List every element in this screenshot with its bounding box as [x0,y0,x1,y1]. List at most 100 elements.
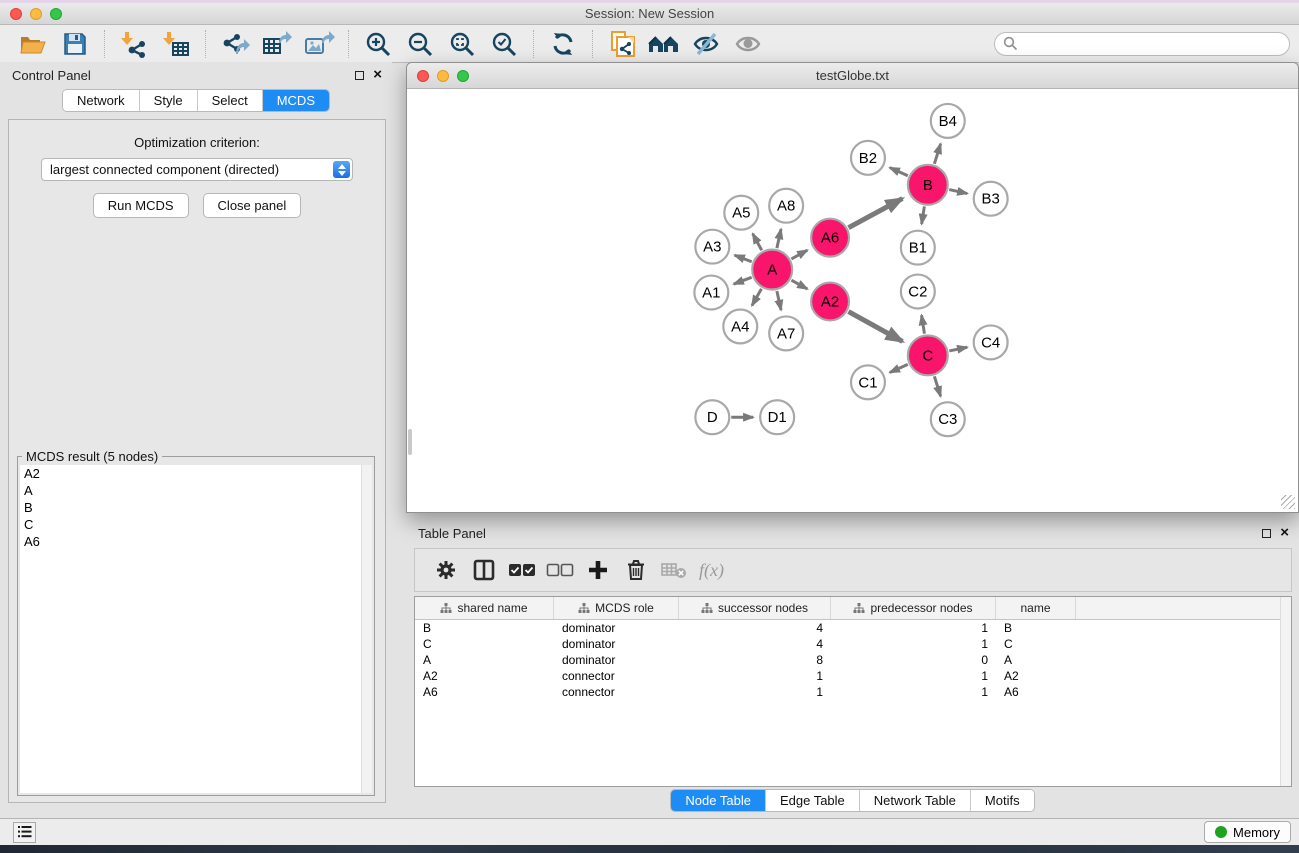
network-zoom-button[interactable] [457,70,469,82]
delete-column-button[interactable] [617,553,655,587]
graph-node-B3[interactable]: B3 [974,182,1008,216]
unselect-all-columns-button[interactable] [541,553,579,587]
graph-node-B1[interactable]: B1 [901,231,935,265]
tab-style[interactable]: Style [140,90,198,111]
mcds-result-item[interactable]: A [20,482,372,499]
tab-network-table[interactable]: Network Table [860,790,971,811]
graph-node-A3[interactable]: A3 [695,230,729,264]
export-network-button[interactable] [214,28,256,60]
tab-select[interactable]: Select [198,90,263,111]
graph-node-A2[interactable]: A2 [811,283,849,321]
network-window-titlebar[interactable]: testGlobe.txt [407,63,1298,89]
first-neighbors-button[interactable] [643,28,685,60]
network-close-button[interactable] [417,70,429,82]
graph-edge[interactable] [791,250,807,259]
table-row[interactable]: Adominator80A [415,652,1291,668]
table-row[interactable]: A2connector11A2 [415,668,1291,684]
run-mcds-button[interactable]: Run MCDS [93,193,189,218]
select-all-columns-button[interactable] [503,553,541,587]
minimize-window-button[interactable] [30,8,42,20]
graph-edge[interactable] [922,206,925,224]
show-all-button[interactable] [727,28,769,60]
table-row[interactable]: Bdominator41B [415,620,1291,636]
graph-node-C4[interactable]: C4 [974,325,1008,359]
graph-edge[interactable] [735,255,752,262]
zoom-selected-button[interactable] [483,28,525,60]
show-columns-button[interactable] [465,553,503,587]
new-network-from-selection-button[interactable] [601,28,643,60]
float-panel-icon[interactable] [355,71,364,80]
graph-edge[interactable] [777,291,781,310]
graph-edge[interactable] [752,289,761,306]
graph-node-A7[interactable]: A7 [769,316,803,350]
graph-edge[interactable] [734,277,752,284]
network-scrollbar-thumb[interactable] [408,429,412,455]
column-header-successor-nodes[interactable]: successor nodes [679,597,831,619]
create-column-button[interactable] [579,553,617,587]
function-builder-button[interactable]: f(x) [699,560,724,581]
graph-node-B4[interactable]: B4 [931,104,965,138]
mcds-result-item[interactable]: A6 [20,533,372,550]
table-row[interactable]: Cdominator41C [415,636,1291,652]
zoom-fit-button[interactable] [441,28,483,60]
graph-node-C2[interactable]: C2 [901,275,935,309]
open-file-button[interactable] [12,28,54,60]
graph-edge[interactable] [848,199,902,228]
graph-edge[interactable] [753,234,762,251]
graph-node-D1[interactable]: D1 [760,400,794,434]
table-row[interactable]: A6connector11A6 [415,684,1291,700]
delete-table-button[interactable] [655,553,693,587]
mcds-result-scrollbar[interactable] [361,465,372,793]
close-table-panel-icon[interactable]: × [1280,528,1289,538]
status-menu-button[interactable] [13,822,36,843]
network-minimize-button[interactable] [437,70,449,82]
zoom-window-button[interactable] [50,8,62,20]
graph-edge[interactable] [949,190,967,194]
graph-edge[interactable] [777,229,781,248]
graph-edge[interactable] [791,280,807,289]
graph-node-A5[interactable]: A5 [724,196,758,230]
export-image-button[interactable] [298,28,340,60]
tab-edge-table[interactable]: Edge Table [766,790,860,811]
graph-node-A[interactable]: A [752,250,792,290]
apply-layout-button[interactable] [542,28,584,60]
graph-edge[interactable] [934,144,940,164]
zoom-out-button[interactable] [399,28,441,60]
column-header-name[interactable]: name [996,597,1076,619]
hide-selected-button[interactable] [685,28,727,60]
graph-node-C1[interactable]: C1 [851,365,885,399]
network-canvas[interactable]: B4B2BB3A8A5A6A3B1AA1C2A2A4A7C4CC1DD1C3 [408,89,1297,511]
graph-edge[interactable] [890,168,908,176]
tab-node-table[interactable]: Node Table [671,790,766,811]
optimization-criterion-select[interactable]: largest connected component (directed) [41,158,353,181]
float-table-panel-icon[interactable] [1262,529,1271,538]
mcds-result-item[interactable]: A2 [20,465,372,482]
graph-edge[interactable] [949,347,967,351]
graph-node-A6[interactable]: A6 [811,219,849,257]
tab-motifs[interactable]: Motifs [971,790,1034,811]
graph-node-B[interactable]: B [908,165,948,205]
zoom-in-button[interactable] [357,28,399,60]
save-session-button[interactable] [54,28,96,60]
import-network-button[interactable] [113,28,155,60]
mcds-result-list[interactable]: A2ABCA6 [20,465,372,793]
graph-edge[interactable] [922,315,925,334]
memory-button[interactable]: Memory [1204,821,1291,843]
tab-network[interactable]: Network [63,90,140,111]
table-settings-button[interactable] [427,553,465,587]
column-header-predecessor-nodes[interactable]: predecessor nodes [831,597,996,619]
graph-node-A8[interactable]: A8 [769,189,803,223]
close-panel-button[interactable]: Close panel [203,193,302,218]
table-scrollbar[interactable] [1280,597,1291,786]
graph-edge[interactable] [934,376,940,396]
mcds-result-item[interactable]: B [20,499,372,516]
mcds-result-item[interactable]: C [20,516,372,533]
column-header-shared-name[interactable]: shared name [415,597,554,619]
column-header-mcds-role[interactable]: MCDS role [554,597,679,619]
import-table-button[interactable] [155,28,197,60]
graph-node-A4[interactable]: A4 [723,309,757,343]
resize-grip-icon[interactable] [1281,495,1295,509]
graph-node-A1[interactable]: A1 [694,276,728,310]
close-window-button[interactable] [10,8,22,20]
tab-mcds[interactable]: MCDS [263,90,329,111]
